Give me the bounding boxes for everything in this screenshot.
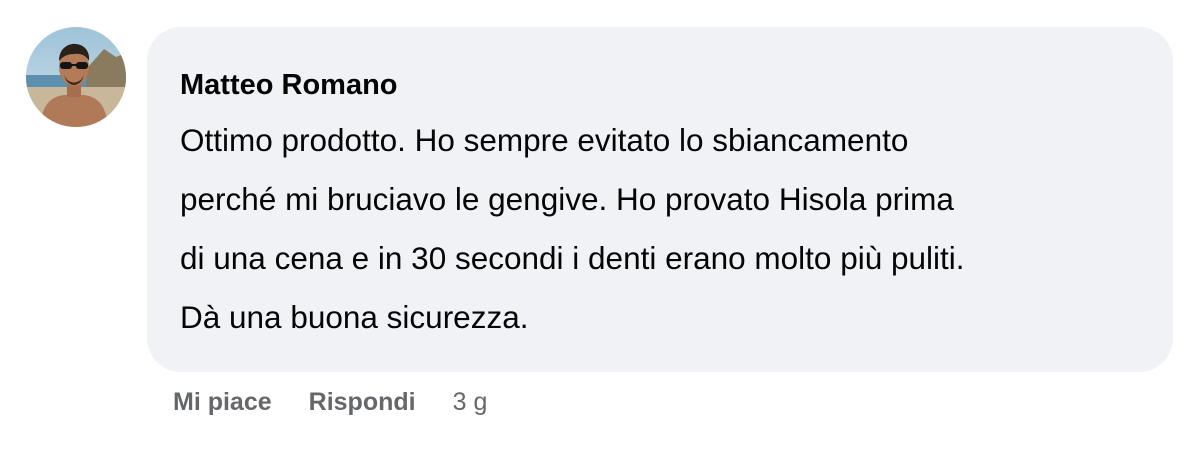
comment: Matteo Romano Ottimo prodotto. Ho sempre… [0,0,1200,450]
reply-button[interactable]: Rispondi [309,388,416,417]
comment-text-line: perché mi bruciavo le gengive. Ho provat… [180,181,954,217]
comment-text: Ottimo prodotto. Ho sempre evitato lo sb… [180,111,1143,347]
avatar[interactable] [26,27,126,127]
comment-bubble: Matteo Romano Ottimo prodotto. Ho sempre… [147,27,1173,372]
comment-text-line: Ottimo prodotto. Ho sempre evitato lo sb… [180,122,909,158]
profile-photo-icon [26,27,126,127]
comment-text-line: di una cena e in 30 secondi i denti eran… [180,240,965,276]
comment-timestamp[interactable]: 3 g [453,388,488,417]
comment-text-line: Dà una buona sicurezza. [180,299,529,335]
comment-author-name[interactable]: Matteo Romano [180,67,1143,103]
like-button[interactable]: Mi piace [173,388,272,417]
comment-actions: Mi piace Rispondi 3 g [173,388,487,417]
